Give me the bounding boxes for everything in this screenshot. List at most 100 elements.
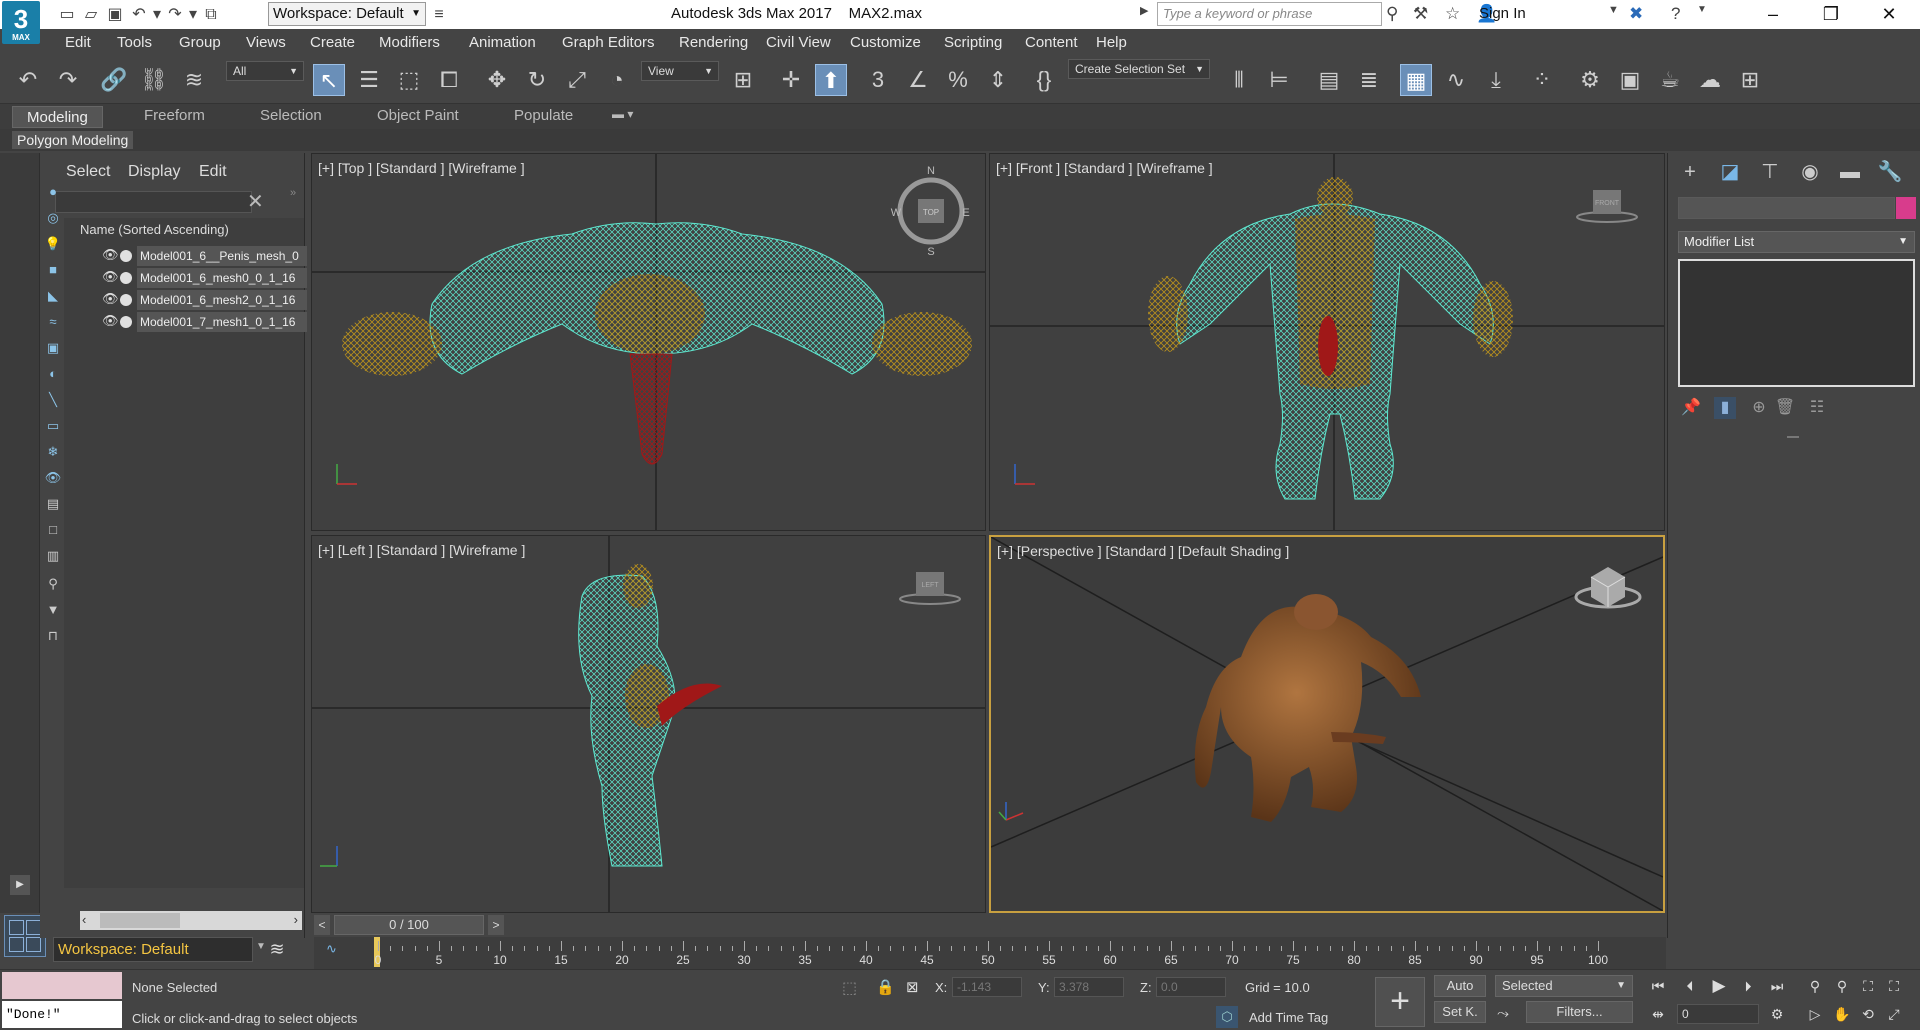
- named-selection-set-dropdown[interactable]: Create Selection Set ▼: [1068, 59, 1210, 79]
- explorer-column-header[interactable]: Name (Sorted Ascending): [80, 222, 229, 237]
- display-all-icon[interactable]: ▤: [44, 495, 62, 513]
- display-xrefs-icon[interactable]: ◐: [44, 365, 62, 383]
- selection-filter-dropdown[interactable]: All ▼: [226, 61, 304, 81]
- select-object-icon[interactable]: ↖: [313, 64, 345, 96]
- list-item[interactable]: 👁 Model001_6_mesh2_0_1_16: [102, 289, 344, 311]
- toggle-layer-explorer-icon[interactable]: ≣: [1353, 64, 1385, 96]
- freeze-toggle-icon[interactable]: [120, 316, 132, 328]
- menu-rendering[interactable]: Rendering: [679, 34, 748, 51]
- field-of-view-icon[interactable]: ▷: [1803, 1004, 1827, 1024]
- quick-access-menu-icon[interactable]: ≡: [428, 4, 450, 26]
- object-name[interactable]: Model001_6_mesh2_0_1_16: [137, 290, 307, 310]
- viewcube-left[interactable]: LEFT: [899, 572, 961, 605]
- time-configuration-icon[interactable]: ⚙: [1765, 1004, 1789, 1024]
- snaps-toggle-icon[interactable]: 3: [862, 64, 894, 96]
- orbit-icon[interactable]: ⟲: [1856, 1004, 1880, 1024]
- display-lights-icon[interactable]: 💡: [44, 235, 62, 253]
- mirror-icon[interactable]: ⫴: [1223, 64, 1255, 96]
- viewport-top[interactable]: TOP N S W E [+] [Top ] [Standard ] [Wire…: [311, 153, 986, 531]
- zoom-extents-all-icon[interactable]: ⛶: [1882, 976, 1906, 996]
- modify-tab-icon[interactable]: ◪: [1716, 159, 1744, 185]
- menu-graph-editors[interactable]: Graph Editors: [562, 34, 655, 51]
- unlink-selection-icon[interactable]: ⛓: [138, 64, 170, 96]
- viewport-left[interactable]: LEFT [+] [Left ] [Standard ] [Wireframe …: [311, 535, 986, 913]
- time-prev-icon[interactable]: <: [314, 915, 330, 935]
- menu-group[interactable]: Group: [179, 34, 221, 51]
- clear-search-icon[interactable]: ✕: [247, 189, 264, 214]
- open-file-icon[interactable]: ▱: [80, 4, 102, 26]
- list-item[interactable]: 👁 Model001_6__Penis_mesh_0: [102, 245, 344, 267]
- display-tab-icon[interactable]: ▬: [1836, 159, 1864, 185]
- modifier-list-dropdown[interactable]: Modifier List ▼: [1678, 231, 1915, 253]
- bind-space-warp-icon[interactable]: ≋: [178, 64, 210, 96]
- container-tools-icon[interactable]: ⊓: [44, 627, 62, 645]
- help-dropdown-icon[interactable]: ▼: [1697, 4, 1707, 15]
- menu-animation[interactable]: Animation: [469, 34, 536, 51]
- make-unique-icon[interactable]: ⊕: [1748, 397, 1770, 419]
- ribbon-options-icon[interactable]: ▬ ▾: [612, 107, 633, 121]
- select-and-move-icon[interactable]: ✥: [481, 64, 513, 96]
- explorer-horizontal-scrollbar[interactable]: ‹ ›: [80, 911, 302, 930]
- app-logo[interactable]: 3 MAX: [2, 1, 40, 44]
- pin-stack-icon[interactable]: 📌: [1680, 397, 1702, 419]
- list-item[interactable]: 👁 Model001_6_mesh0_0_1_16: [102, 267, 344, 289]
- open-mini-curve-editor-icon[interactable]: ∿: [326, 941, 337, 957]
- ribbon-tab-populate[interactable]: Populate: [514, 107, 573, 124]
- ribbon-tab-object-paint[interactable]: Object Paint: [377, 107, 459, 124]
- menu-views[interactable]: Views: [246, 34, 286, 51]
- time-slider[interactable]: < 0 / 100 >: [314, 915, 664, 936]
- create-tab-icon[interactable]: +: [1676, 159, 1704, 185]
- viewport-front[interactable]: FRONT [+] [Front ] [Standard ] [Wirefram…: [989, 153, 1665, 531]
- subscription-icon[interactable]: ⚒: [1413, 4, 1428, 24]
- add-time-tag[interactable]: Add Time Tag: [1249, 1010, 1328, 1025]
- pivot-point-icon[interactable]: ⊞: [727, 64, 759, 96]
- expand-arrow-icon[interactable]: ▶: [1140, 4, 1148, 17]
- angle-snap-icon[interactable]: ∠: [902, 64, 934, 96]
- scroll-right-icon[interactable]: ›: [294, 912, 298, 927]
- favorites-star-icon[interactable]: ☆: [1445, 4, 1460, 24]
- render-production-icon[interactable]: ☕: [1654, 64, 1686, 96]
- menu-content[interactable]: Content: [1025, 34, 1078, 51]
- previous-frame-icon[interactable]: ⏴: [1678, 976, 1702, 996]
- menu-tools[interactable]: Tools: [117, 34, 152, 51]
- select-and-place-icon[interactable]: ◔: [601, 64, 633, 96]
- remove-modifier-icon[interactable]: 🗑: [1774, 397, 1796, 419]
- key-filter-dropdown[interactable]: Selected ▼: [1495, 975, 1633, 997]
- maximize-viewport-icon[interactable]: ⤢: [1882, 1004, 1906, 1024]
- explorer-expand-icon[interactable]: »: [290, 187, 296, 199]
- display-shapes-icon[interactable]: ◎: [44, 209, 62, 227]
- display-invert-icon[interactable]: ▥: [44, 547, 62, 565]
- ribbon-tab-modeling[interactable]: Modeling: [12, 106, 103, 128]
- new-file-icon[interactable]: ▭: [56, 4, 78, 26]
- pan-view-icon[interactable]: ✋: [1830, 1004, 1854, 1024]
- track-bar[interactable]: ∿ 0 5 10 15 20 25 30 35 40 45 50 55 60 65 70 75 80 85 90 95…: [314, 937, 1666, 969]
- menu-civil-view[interactable]: Civil View: [766, 34, 831, 51]
- expand-panel-button[interactable]: ▶: [10, 875, 30, 895]
- display-cameras-icon[interactable]: ■: [44, 261, 62, 279]
- utilities-tab-icon[interactable]: 🔧: [1876, 159, 1904, 185]
- display-none-icon[interactable]: □: [44, 521, 62, 539]
- schematic-view-icon[interactable]: ⤓: [1480, 64, 1512, 96]
- display-containers-icon[interactable]: ▭: [44, 417, 62, 435]
- viewcube-perspective[interactable]: [1574, 567, 1642, 609]
- isolate-selection-icon[interactable]: ⬚: [842, 978, 857, 998]
- set-key-button[interactable]: +: [1375, 977, 1425, 1027]
- explorer-tab-display[interactable]: Display: [128, 163, 180, 181]
- freeze-toggle-icon[interactable]: [120, 272, 132, 284]
- set-key-mode-button[interactable]: Set K.: [1434, 1001, 1486, 1023]
- explorer-tab-edit[interactable]: Edit: [199, 163, 227, 181]
- viewport-label-top[interactable]: [+] [Top ] [Standard ] [Wireframe ]: [318, 160, 525, 176]
- help-icon[interactable]: ?: [1671, 4, 1680, 24]
- display-helpers-icon[interactable]: ◣: [44, 287, 62, 305]
- go-to-end-icon[interactable]: ⏭: [1765, 976, 1789, 996]
- rendered-frame-window-icon[interactable]: ▣: [1614, 64, 1646, 96]
- play-icon[interactable]: ▶: [1707, 976, 1731, 996]
- freeze-toggle-icon[interactable]: [120, 250, 132, 262]
- display-groups-icon[interactable]: ▣: [44, 339, 62, 357]
- time-tag-icon[interactable]: ⬡: [1216, 1006, 1238, 1028]
- keyboard-shortcut-override-icon[interactable]: ⬆: [815, 64, 847, 96]
- menu-help[interactable]: Help: [1096, 34, 1127, 51]
- visibility-eye-icon[interactable]: 👁: [102, 291, 119, 307]
- select-and-link-icon[interactable]: 🔗: [98, 64, 130, 96]
- list-item[interactable]: 👁 Model001_7_mesh1_0_1_16: [102, 311, 344, 333]
